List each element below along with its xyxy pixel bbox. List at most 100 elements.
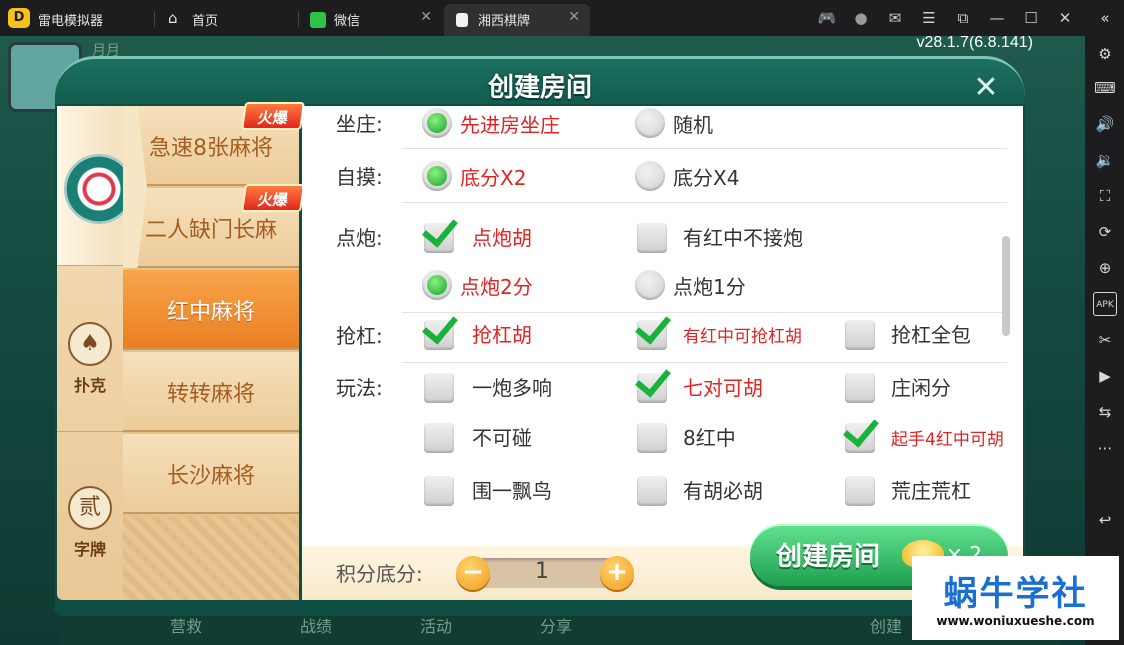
divider [402, 362, 1007, 363]
more-icon[interactable]: ⋯ [1093, 436, 1117, 460]
scissors-icon[interactable]: ✂ [1093, 328, 1117, 352]
tab-wechat[interactable]: 微信 ✕ [300, 4, 442, 36]
decrease-button[interactable]: − [456, 556, 490, 590]
watermark-url: www.woniuxueshe.com [936, 614, 1095, 628]
create-room-dialog: 创建房间 ✕ ♠ 扑克 贰 字牌 急速8张麻将 火爆 二人缺门长麻 火爆 红中麻… [55, 56, 1025, 616]
record-video-icon[interactable]: ▶ [1093, 364, 1117, 388]
option-label: 点炮2分 [460, 275, 533, 299]
volume-up-icon[interactable]: 🔊 [1093, 112, 1117, 136]
emulator-titlebar: D 雷电模拟器 ⌂ 首页 微信 ✕ 湘西棋牌 ✕ 🎮 ● ✉ ☰ ⧉ — ☐ ✕ [0, 0, 1124, 36]
option-label: 点炮胡 [472, 226, 532, 250]
emulator-logo-icon: D [8, 8, 30, 28]
row-label-zuozhuang: 坐庄: [336, 112, 383, 136]
keyboard-icon[interactable]: ⌨ [1093, 76, 1117, 100]
tab-home-label: 首页 [192, 14, 219, 29]
tab-xiangxi-qipai[interactable]: 湘西棋牌 ✕ [444, 4, 590, 36]
option-label: 不可碰 [472, 426, 532, 450]
bg-nav-item: 活动 [420, 617, 453, 636]
game-type-label: 红中麻将 [166, 300, 255, 325]
category-poker[interactable]: ♠ 扑克 [57, 272, 123, 432]
row-label-dianpao: 点炮: [336, 226, 383, 250]
game-type-label: 二人缺门长麻 [144, 218, 277, 243]
tab-home[interactable]: ⌂ 首页 [158, 4, 298, 36]
option-label: 庄闲分 [891, 376, 951, 400]
tab-close-icon[interactable]: ✕ [420, 9, 432, 25]
radio-on [422, 270, 452, 300]
bg-nav-item: 分享 [540, 617, 573, 636]
game-type-item[interactable]: 二人缺门长麻 火爆 [123, 184, 305, 268]
checkbox-checked [845, 423, 875, 453]
hot-badge: 火爆 [241, 184, 305, 212]
option-label: 荒庄荒杠 [891, 479, 971, 503]
room-settings-panel: 坐庄: 先进房坐庄 随机 自摸: 底分X2 底分X4 点炮: 点炮胡 有红中不接… [302, 106, 1023, 546]
row-label-qianggang: 抢杠: [336, 324, 383, 348]
option-label: 点炮1分 [673, 275, 746, 299]
option-label: 底分X2 [460, 166, 527, 190]
game-type-item[interactable]: 转转麻将 [123, 352, 299, 432]
emulator-window: D 雷电模拟器 ⌂ 首页 微信 ✕ 湘西棋牌 ✕ 🎮 ● ✉ ☰ ⧉ — ☐ ✕… [0, 0, 1124, 645]
gamepad-icon[interactable]: 🎮 [816, 7, 838, 29]
row-label-wanfa: 玩法: [336, 376, 383, 400]
mail-icon[interactable]: ✉ [884, 7, 906, 29]
tab-divider [298, 11, 299, 27]
score-label: 积分底分: [336, 562, 423, 586]
option-label: 抢杠全包 [891, 323, 971, 347]
checkbox-checked [637, 373, 667, 403]
game-app-icon [456, 13, 468, 27]
checkbox-unchecked [845, 320, 875, 350]
option-label: 有红中可抢杠胡 [683, 327, 802, 347]
emulator-app-name: 雷电模拟器 [38, 14, 104, 29]
radio-on [422, 161, 452, 191]
close-dialog-button[interactable]: ✕ [969, 71, 1003, 105]
radio-on [422, 108, 452, 138]
tab-close-icon[interactable]: ✕ [568, 9, 580, 25]
radio-off [635, 108, 665, 138]
option-label: 随机 [673, 113, 713, 137]
game-type-item[interactable]: 长沙麻将 [123, 434, 299, 514]
game-type-item[interactable]: 急速8张麻将 火爆 [123, 102, 305, 186]
category-label: 扑克 [73, 376, 106, 395]
game-type-label: 转转麻将 [166, 382, 255, 407]
increase-button[interactable]: + [600, 556, 634, 590]
dialog-body: ♠ 扑克 贰 字牌 急速8张麻将 火爆 二人缺门长麻 火爆 红中麻将 转转麻将 … [55, 102, 1025, 616]
checkbox-unchecked [845, 373, 875, 403]
collapse-sidebar-icon[interactable]: « [1093, 6, 1117, 30]
checkbox-checked [424, 320, 454, 350]
dialog-title: 创建房间 [487, 73, 592, 103]
close-window-button[interactable]: ✕ [1054, 7, 1076, 29]
game-type-item-selected[interactable]: 红中麻将 [123, 270, 299, 350]
category-mahjong[interactable] [57, 106, 134, 266]
bg-nav-item: 营救 [170, 617, 203, 636]
sync-icon[interactable]: ⇆ [1093, 400, 1117, 424]
rotate-icon[interactable]: ⟳ [1093, 220, 1117, 244]
option-label: 抢杠胡 [472, 323, 532, 347]
maximize-button[interactable]: ☐ [1020, 7, 1042, 29]
tab-game-label: 湘西棋牌 [478, 14, 531, 29]
divider [402, 312, 1007, 313]
game-type-list: 急速8张麻将 火爆 二人缺门长麻 火爆 红中麻将 转转麻将 长沙麻将 [123, 102, 305, 600]
bg-nav-item: 战绩 [300, 617, 333, 636]
checkbox-checked [637, 320, 667, 350]
tab-divider [154, 11, 155, 27]
screen-mode-icon[interactable]: ⧉ [952, 7, 974, 29]
radio-off [635, 161, 665, 191]
checkbox-unchecked [424, 423, 454, 453]
home-icon: ⌂ [168, 9, 178, 27]
row-label-zimo: 自摸: [336, 165, 383, 189]
option-label: 起手4红中可胡 [891, 430, 1004, 450]
account-icon[interactable]: ● [850, 7, 872, 29]
scrollbar[interactable] [1002, 236, 1010, 336]
minimize-button[interactable]: — [986, 7, 1008, 29]
add-window-icon[interactable]: ⊕ [1093, 256, 1117, 280]
category-zipai[interactable]: 贰 字牌 [57, 436, 123, 596]
menu-icon[interactable]: ☰ [918, 7, 940, 29]
option-label: 围一飘鸟 [472, 479, 552, 503]
zipai-icon: 贰 [68, 486, 112, 530]
back-icon[interactable]: ↩ [1093, 508, 1117, 532]
volume-down-icon[interactable]: 🔉 [1093, 148, 1117, 172]
create-room-label: 创建房间 [776, 542, 881, 572]
apk-install-icon[interactable]: APK [1093, 292, 1117, 316]
score-value: 1 [535, 559, 549, 584]
fullscreen-icon[interactable]: ⛶ [1093, 184, 1117, 208]
settings-icon[interactable]: ⚙ [1093, 42, 1117, 66]
